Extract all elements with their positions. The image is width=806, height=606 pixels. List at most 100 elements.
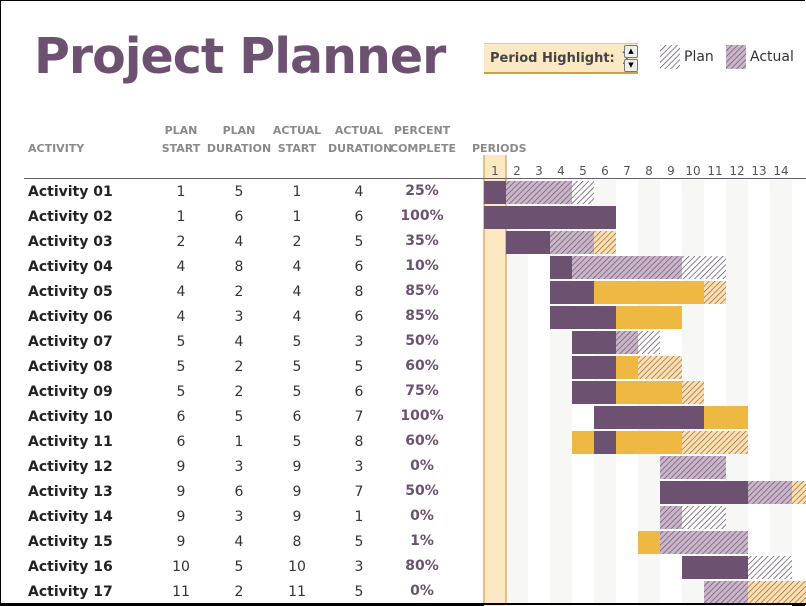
- bar-complete-beyond-plan: [638, 306, 660, 329]
- bar-complete-beyond-plan: [594, 281, 616, 304]
- bar-complete: [704, 556, 726, 579]
- actual-start: 2: [292, 234, 302, 250]
- bar-complete: [594, 306, 616, 329]
- period-number: 7: [623, 164, 631, 178]
- actual-duration: 6: [354, 384, 364, 400]
- activity-name: Activity 10: [28, 409, 113, 425]
- bar-complete-beyond-plan: [660, 381, 682, 404]
- table-row: Activity 08 5 2 5 5 60%: [0, 355, 480, 380]
- percent-complete: 85%: [405, 308, 439, 324]
- percent-complete: 100%: [400, 408, 444, 424]
- period-number: 10: [685, 164, 700, 178]
- table-row: Activity 13 9 6 9 7 50%: [0, 480, 480, 505]
- bar-complete: [704, 481, 726, 504]
- bar-complete-beyond-plan: [616, 431, 638, 454]
- period-number: 2: [513, 164, 521, 178]
- percent-complete: 1%: [410, 533, 434, 549]
- bar-actual: [638, 256, 660, 279]
- plan-duration: 3: [234, 459, 244, 475]
- plan-duration: 8: [234, 259, 244, 275]
- table-row: Activity 06 4 3 4 6 85%: [0, 305, 480, 330]
- plan-start: 6: [176, 434, 186, 450]
- actual-duration: 8: [354, 284, 364, 300]
- bar-actual-beyond-plan: [704, 281, 726, 304]
- plan-start: 2: [176, 234, 186, 250]
- period-number: 8: [645, 164, 653, 178]
- activity-name: Activity 01: [28, 184, 113, 200]
- bar-complete: [550, 306, 572, 329]
- plan-start: 9: [176, 459, 186, 475]
- bar-actual: [726, 531, 748, 554]
- bar-actual: [506, 181, 528, 204]
- actual-duration: 3: [354, 459, 364, 475]
- activity-name: Activity 02: [28, 209, 113, 225]
- bar-actual: [704, 456, 726, 479]
- bar-actual-beyond-plan: [792, 481, 806, 504]
- percent-complete: 80%: [405, 558, 439, 574]
- bar-actual-beyond-plan: [594, 231, 616, 254]
- activity-name: Activity 05: [28, 284, 113, 300]
- actual-duration: 7: [354, 484, 364, 500]
- table-row: Activity 03 2 4 2 5 35%: [0, 230, 480, 255]
- bar-complete: [528, 231, 550, 254]
- plan-duration: 6: [234, 484, 244, 500]
- plan-start: 9: [176, 509, 186, 525]
- bar-plan: [704, 506, 726, 529]
- actual-start: 9: [292, 484, 302, 500]
- plan-start: 11: [172, 584, 190, 600]
- percent-complete: 50%: [405, 483, 439, 499]
- plan-duration: 6: [234, 209, 244, 225]
- table-row: Activity 16 10 5 10 3 80%: [0, 555, 480, 580]
- activity-name: Activity 17: [28, 584, 113, 600]
- bar-complete: [550, 281, 572, 304]
- bar-actual-beyond-plan: [792, 581, 806, 604]
- plan-duration: 1: [234, 434, 244, 450]
- bar-actual-beyond-plan: [770, 581, 792, 604]
- bar-complete: [682, 481, 704, 504]
- bar-complete: [572, 206, 594, 229]
- actual-start: 1: [292, 184, 302, 200]
- bar-complete: [682, 556, 704, 579]
- activity-name: Activity 14: [28, 509, 113, 525]
- actual-duration: 3: [354, 334, 364, 350]
- bar-complete-beyond-plan: [572, 431, 594, 454]
- table-row: Activity 11 6 1 5 8 60%: [0, 430, 480, 455]
- bar-complete-beyond-plan: [638, 531, 660, 554]
- bar-complete: [572, 356, 594, 379]
- plan-duration: 3: [234, 509, 244, 525]
- bar-actual-beyond-plan: [638, 356, 660, 379]
- actual-duration: 5: [354, 584, 364, 600]
- table-row: Activity 02 1 6 1 6 100%: [0, 205, 480, 230]
- bar-plan: [704, 256, 726, 279]
- bar-complete: [550, 256, 572, 279]
- table-row: Activity 05 4 2 4 8 85%: [0, 280, 480, 305]
- actual-start: 9: [292, 509, 302, 525]
- plan-duration: 5: [234, 559, 244, 575]
- plan-start: 5: [176, 334, 186, 350]
- activity-name: Activity 06: [28, 309, 113, 325]
- plan-duration: 2: [234, 384, 244, 400]
- table-row: Activity 09 5 2 5 6 75%: [0, 380, 480, 405]
- bar-complete-beyond-plan: [660, 306, 682, 329]
- bar-complete: [594, 381, 616, 404]
- bar-complete-beyond-plan: [682, 281, 704, 304]
- bar-actual-beyond-plan: [682, 381, 704, 404]
- plan-duration: 5: [234, 409, 244, 425]
- period-column: [770, 180, 792, 606]
- bar-complete: [594, 331, 616, 354]
- bar-actual-beyond-plan: [660, 356, 682, 379]
- bar-complete: [682, 406, 704, 429]
- bar-actual: [660, 456, 682, 479]
- bar-complete: [594, 431, 616, 454]
- bar-complete: [594, 406, 616, 429]
- actual-duration: 6: [354, 259, 364, 275]
- percent-complete: 75%: [405, 383, 439, 399]
- period-number: 3: [535, 164, 543, 178]
- bar-plan: [572, 181, 594, 204]
- actual-start: 5: [292, 334, 302, 350]
- bar-complete: [594, 206, 616, 229]
- plan-duration: 4: [234, 534, 244, 550]
- bar-actual: [550, 181, 572, 204]
- bar-complete-beyond-plan: [616, 281, 638, 304]
- plan-duration: 4: [234, 334, 244, 350]
